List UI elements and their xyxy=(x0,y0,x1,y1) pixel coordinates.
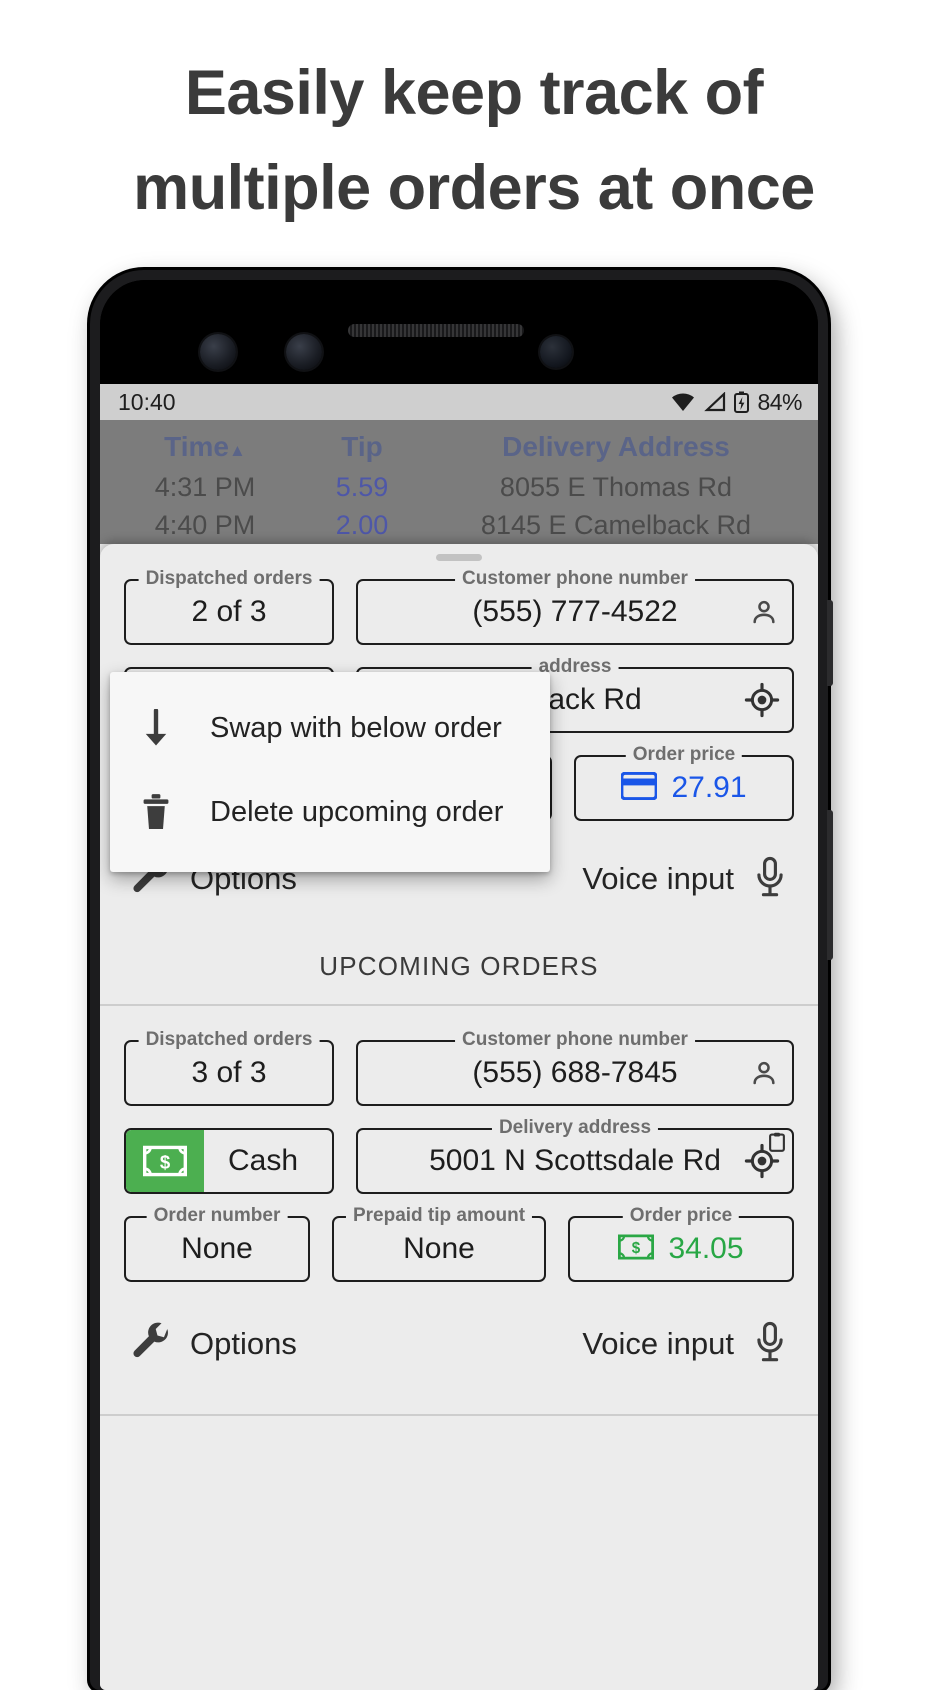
customer-phone-value: (555) 777-4522 xyxy=(472,595,678,628)
volume-button[interactable] xyxy=(827,810,833,960)
dispatched-orders-field[interactable]: Dispatched orders 2 of 3 xyxy=(124,568,334,645)
sheet-drag-handle[interactable] xyxy=(436,554,482,561)
prepaid-tip-field[interactable]: Prepaid tip amount None xyxy=(332,1205,546,1282)
order-number-field[interactable]: Order number None xyxy=(124,1205,310,1282)
options-label: Options xyxy=(190,1326,297,1361)
customer-phone-field[interactable]: Customer phone number (555) 777-4522 xyxy=(356,568,794,645)
column-header-tip[interactable]: Tip xyxy=(296,431,428,463)
context-menu: Swap with below order Delete upcoming or… xyxy=(110,672,550,872)
upcoming-order-row-1: Dispatched orders 3 of 3 Customer phone … xyxy=(100,1029,818,1106)
svg-text:$: $ xyxy=(632,1240,641,1257)
active-order-row-1: Dispatched orders 2 of 3 Customer phone … xyxy=(100,568,818,645)
delivery-address-label: Delivery address xyxy=(491,1117,659,1139)
svg-text:$: $ xyxy=(160,1151,171,1172)
dispatched-orders-value: 2 of 3 xyxy=(191,595,267,628)
clipboard-icon[interactable] xyxy=(768,1132,786,1157)
section-divider xyxy=(100,1414,818,1416)
status-bar: 10:40 84% xyxy=(100,384,818,420)
order-price-field[interactable]: Order price 27.91 xyxy=(574,744,794,821)
front-camera-icon xyxy=(200,334,236,370)
menu-item-swap-with-below-order[interactable]: Swap with below order xyxy=(110,686,550,770)
upcoming-order-card: Dispatched orders 3 of 3 Customer phone … xyxy=(100,1006,818,1416)
dispatched-orders-label: Dispatched orders xyxy=(138,1029,320,1051)
upcoming-order-options-bar: Options Voice input xyxy=(100,1298,818,1390)
orders-table-header: Time▲ Tip Delivery Address xyxy=(100,426,818,468)
menu-item-label: Swap with below order xyxy=(210,711,502,744)
cellular-signal-icon xyxy=(704,392,726,412)
dispatched-orders-value: 3 of 3 xyxy=(191,1056,267,1089)
wrench-icon xyxy=(130,1321,172,1368)
column-header-delivery-address[interactable]: Delivery Address xyxy=(428,431,804,463)
order-price-label: Order price xyxy=(625,744,743,766)
voice-input-label: Voice input xyxy=(582,861,734,896)
order-number-value: None xyxy=(181,1232,253,1265)
upcoming-orders-section-title: UPCOMING ORDERS xyxy=(319,951,599,981)
trash-icon xyxy=(136,793,176,831)
sort-ascending-icon: ▲ xyxy=(229,441,246,460)
cash-money-icon: $ xyxy=(126,1130,204,1192)
battery-percentage: 84% xyxy=(757,388,802,415)
cell-address: 8145 E Camelback Rd xyxy=(480,509,752,540)
cell-time: 4:40 PM xyxy=(154,509,256,540)
sensor-icon xyxy=(540,336,572,368)
order-price-value: 34.05 xyxy=(668,1232,744,1265)
cell-time: 4:31 PM xyxy=(154,471,256,502)
table-row[interactable]: 4:40 PM 2.00 8145 E Camelback Rd xyxy=(100,506,818,544)
cell-tip: 5.59 xyxy=(335,471,389,502)
order-price-label: Order price xyxy=(622,1205,740,1227)
phone-device-frame: 10:40 84% Time▲ Tip Delivery Address 4:3… xyxy=(90,270,833,1690)
headline-line-1: Easily keep track of xyxy=(184,58,764,128)
upcoming-order-row-3: Order number None Prepaid tip amount Non… xyxy=(100,1205,818,1282)
wifi-icon xyxy=(670,392,696,412)
earpiece-speaker-icon xyxy=(348,324,524,337)
headline-line-2: multiple orders at once xyxy=(133,152,815,223)
order-price-value: 27.91 xyxy=(671,771,747,804)
dispatched-orders-label: Dispatched orders xyxy=(138,568,320,590)
contact-person-icon[interactable] xyxy=(748,596,780,628)
microphone-icon xyxy=(752,856,788,903)
customer-phone-field[interactable]: Customer phone number (555) 688-7845 xyxy=(356,1029,794,1106)
cell-tip: 2.00 xyxy=(335,509,389,540)
upcoming-order-row-2: $ Cash Delivery address 5001 N Scottsdal… xyxy=(100,1117,818,1194)
delivery-address-value: 5001 N Scottsdale Rd xyxy=(429,1144,721,1177)
customer-phone-value: (555) 688-7845 xyxy=(472,1056,678,1089)
customer-phone-label: Customer phone number xyxy=(455,568,695,590)
dispatched-orders-field[interactable]: Dispatched orders 3 of 3 xyxy=(124,1029,334,1106)
phone-screen-bezel: 10:40 84% Time▲ Tip Delivery Address 4:3… xyxy=(100,280,818,1690)
voice-input-label: Voice input xyxy=(582,1326,734,1361)
prepaid-tip-value: None xyxy=(403,1232,475,1265)
orders-table-dimmed: Time▲ Tip Delivery Address 4:31 PM 5.59 … xyxy=(100,420,818,544)
menu-item-delete-upcoming-order[interactable]: Delete upcoming order xyxy=(110,770,550,854)
arrow-down-icon xyxy=(136,709,176,747)
table-row[interactable]: 4:31 PM 5.59 8055 E Thomas Rd xyxy=(100,468,818,506)
order-number-label: Order number xyxy=(146,1205,288,1227)
status-bar-clock: 10:40 xyxy=(118,388,176,415)
battery-icon xyxy=(734,391,750,413)
page-title: Easily keep track of multiple orders at … xyxy=(0,0,948,235)
contact-person-icon[interactable] xyxy=(748,1057,780,1089)
microphone-icon xyxy=(752,1321,788,1368)
prepaid-tip-label: Prepaid tip amount xyxy=(345,1205,533,1227)
front-camera-secondary-icon xyxy=(286,334,322,370)
delivery-address-field[interactable]: Delivery address 5001 N Scottsdale Rd xyxy=(356,1117,794,1194)
payment-method-button[interactable]: $ Cash xyxy=(124,1128,334,1194)
credit-card-icon xyxy=(620,771,659,805)
order-price-field[interactable]: Order price $ 34.05 xyxy=(568,1205,794,1282)
voice-input-button[interactable]: Voice input xyxy=(582,1321,788,1368)
menu-item-label: Delete upcoming order xyxy=(210,795,504,828)
power-button[interactable] xyxy=(827,600,833,686)
gps-locate-icon[interactable] xyxy=(744,682,780,718)
column-header-time[interactable]: Time▲ xyxy=(114,431,296,463)
order-detail-sheet: Dispatched orders 2 of 3 Customer phone … xyxy=(100,544,818,1690)
phone-notch xyxy=(100,280,818,384)
customer-phone-label: Customer phone number xyxy=(455,1029,695,1051)
options-button[interactable]: Options xyxy=(130,1321,297,1368)
voice-input-button[interactable]: Voice input xyxy=(582,856,788,903)
app-screen: 10:40 84% Time▲ Tip Delivery Address 4:3… xyxy=(100,384,818,1690)
cell-address: 8055 E Thomas Rd xyxy=(499,471,733,502)
payment-method-label: Cash xyxy=(227,1144,299,1177)
cash-money-icon: $ xyxy=(618,1233,655,1266)
